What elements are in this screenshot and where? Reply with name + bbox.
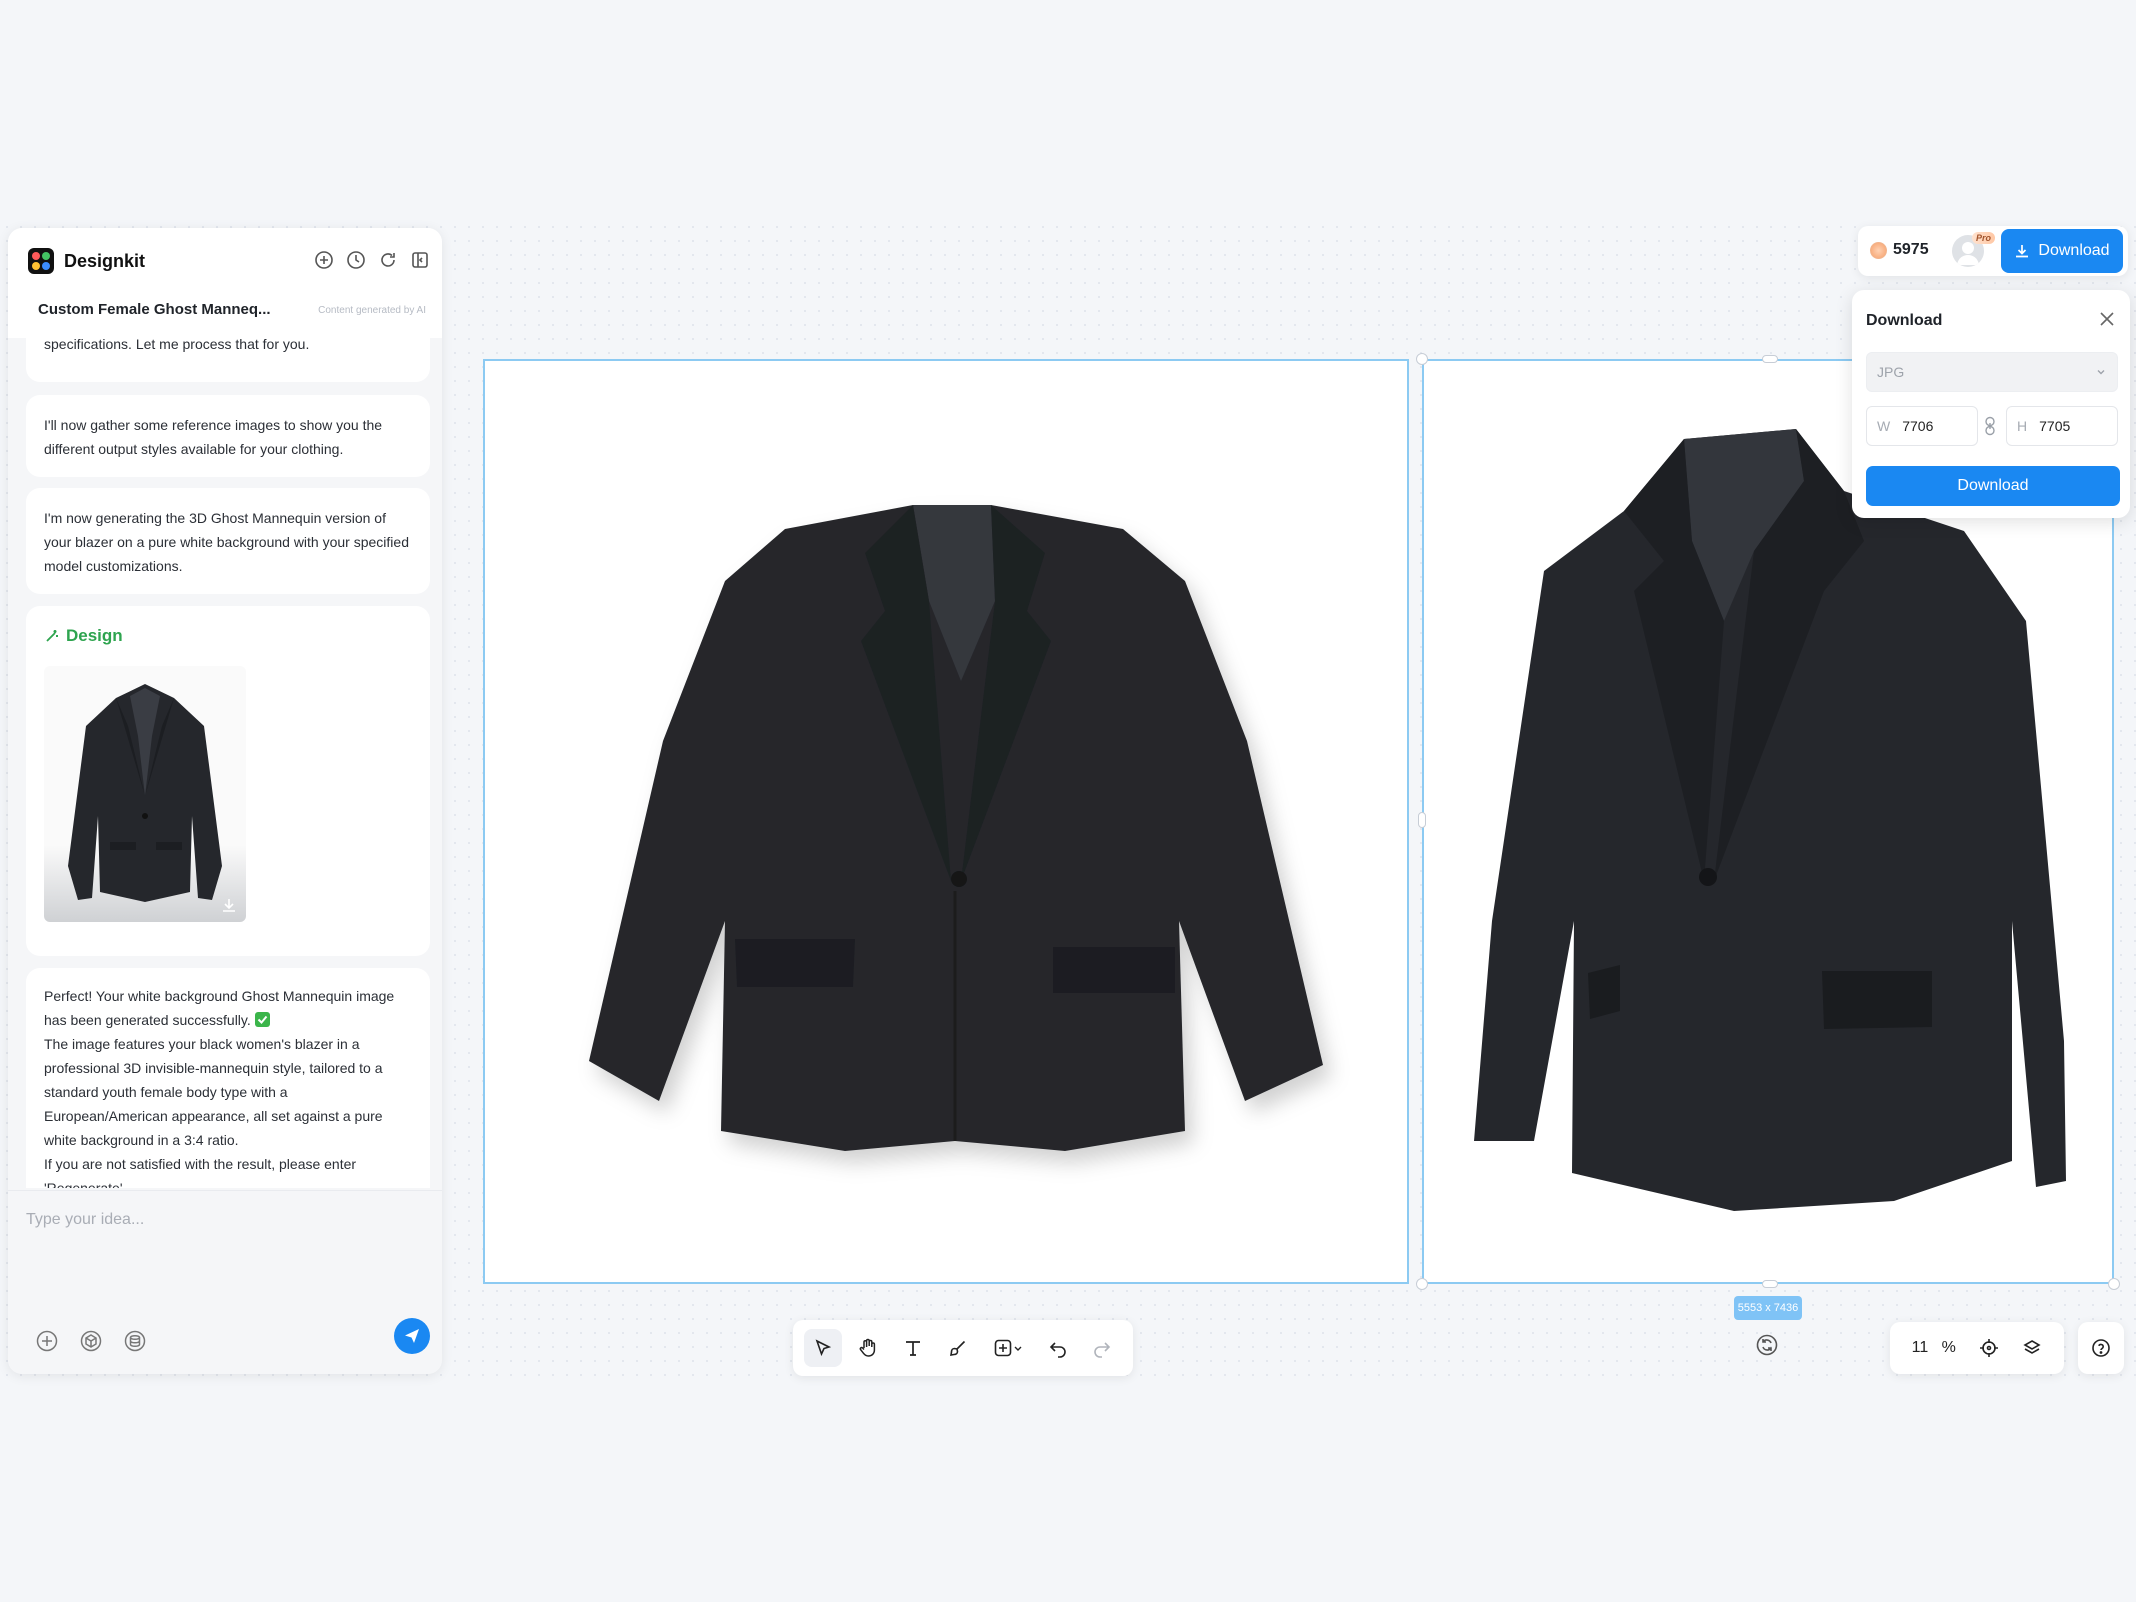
chat-panel: Designkit Custom Female Ghost Manneq... … (8, 228, 442, 1374)
assistant-message: I'm now generating the 3D Ghost Mannequi… (26, 488, 430, 594)
assistant-message: Perfect! Your white background Ghost Man… (26, 968, 430, 1188)
height-field[interactable]: H 7705 (2006, 406, 2118, 446)
design-result-card: Design (26, 606, 430, 956)
new-chat-icon[interactable] (314, 250, 334, 270)
resize-handle[interactable] (1416, 1278, 1428, 1290)
resize-handle[interactable] (1762, 1280, 1778, 1288)
image-size-badge: 5553 x 7436 (1734, 1296, 1802, 1320)
designkit-logo-icon (28, 248, 54, 274)
resize-handle[interactable] (1418, 812, 1426, 828)
assistant-message: product image with a customized model fi… (26, 338, 430, 382)
zoom-controls: 11 % (1890, 1322, 2064, 1374)
download-icon (2016, 245, 2029, 258)
select-tool-button[interactable] (804, 1329, 843, 1367)
message-text: If you are not satisfied with the result… (44, 1156, 357, 1188)
redo-button[interactable] (1083, 1329, 1121, 1367)
chat-title: Custom Female Ghost Manneq... (38, 301, 271, 318)
cursor-icon (816, 1339, 832, 1357)
text-tool-button[interactable] (894, 1329, 932, 1367)
message-text: The image features your black women's bl… (44, 1036, 383, 1148)
design-thumbnail[interactable] (44, 666, 246, 922)
credits-balance[interactable]: 5975 (1870, 241, 1929, 259)
blazer-thumbnail-image (68, 684, 222, 902)
undo-icon (1049, 1342, 1066, 1358)
width-field[interactable]: W 7706 (1866, 406, 1978, 446)
link-ratio-icon[interactable] (1984, 416, 1996, 436)
history-icon[interactable] (346, 250, 366, 270)
chat-header: Designkit Custom Female Ghost Manneq... … (8, 228, 442, 338)
send-icon (405, 1329, 419, 1343)
help-icon (2092, 1339, 2110, 1357)
download-panel-title: Download (1866, 312, 1943, 329)
magic-wand-icon (46, 630, 58, 642)
close-icon[interactable] (2098, 310, 2116, 328)
refresh-icon[interactable] (378, 250, 398, 270)
download-panel: Download JPG W 7706 H 7705 Download (1852, 290, 2130, 518)
app-name: Designkit (64, 250, 146, 271)
flat-blazer-image (589, 505, 1323, 1151)
download-icon[interactable] (220, 896, 238, 914)
add-square-icon (994, 1339, 1012, 1357)
collapse-panel-icon[interactable] (410, 250, 430, 270)
confirm-download-button[interactable]: Download (1866, 466, 2120, 506)
canvas-toolbar (793, 1320, 1133, 1376)
chevron-down-icon (2097, 370, 2105, 375)
download-button[interactable]: Download (2001, 229, 2123, 273)
layers-icon[interactable] (2022, 1338, 2042, 1358)
message-text: I'm now generating the 3D Ghost Mannequi… (44, 510, 409, 574)
app-logo[interactable]: Designkit (28, 248, 145, 274)
coin-icon (1870, 241, 1887, 259)
idea-input[interactable] (26, 1211, 416, 1229)
check-mark-icon (254, 1012, 270, 1027)
resize-handle[interactable] (2108, 1278, 2120, 1290)
message-text: product image with a customized model fi… (44, 338, 310, 352)
help-button[interactable] (2078, 1322, 2124, 1374)
rotate-icon[interactable] (1756, 1334, 1778, 1356)
assistant-message: I'll now gather some reference images to… (26, 395, 430, 477)
redo-icon (1094, 1342, 1111, 1358)
brush-icon (949, 1340, 966, 1356)
send-button[interactable] (394, 1318, 430, 1354)
zoom-value[interactable]: 11 % (1912, 1339, 1956, 1357)
design-label: Design (44, 624, 412, 648)
message-text: I'll now gather some reference images to… (44, 417, 383, 457)
fit-to-screen-icon[interactable] (1979, 1338, 1999, 1358)
pro-badge: Pro (1972, 232, 1996, 244)
hand-tool-button[interactable] (849, 1329, 887, 1367)
insert-shape-button[interactable] (984, 1329, 1032, 1367)
message-list[interactable]: product image with a customized model fi… (8, 338, 442, 1188)
format-select[interactable]: JPG (1866, 352, 2118, 392)
text-icon (906, 1341, 921, 1356)
resize-handle[interactable] (1762, 355, 1778, 363)
chevron-down-icon (1014, 1346, 1022, 1351)
chat-input-area (8, 1190, 442, 1374)
message-text: Perfect! Your white background Ghost Man… (44, 988, 395, 1028)
original-image-frame[interactable] (483, 359, 1409, 1284)
ai-generated-note: Content generated by AI (318, 305, 426, 316)
brush-tool-button[interactable] (939, 1329, 977, 1367)
resize-handle[interactable] (1416, 353, 1428, 365)
database-icon[interactable] (124, 1330, 146, 1352)
undo-button[interactable] (1039, 1329, 1077, 1367)
top-right-bar: 5975 Pro Download (1858, 226, 2128, 276)
add-attachment-icon[interactable] (36, 1330, 58, 1352)
3d-box-icon[interactable] (80, 1330, 102, 1352)
hand-icon (859, 1338, 876, 1357)
